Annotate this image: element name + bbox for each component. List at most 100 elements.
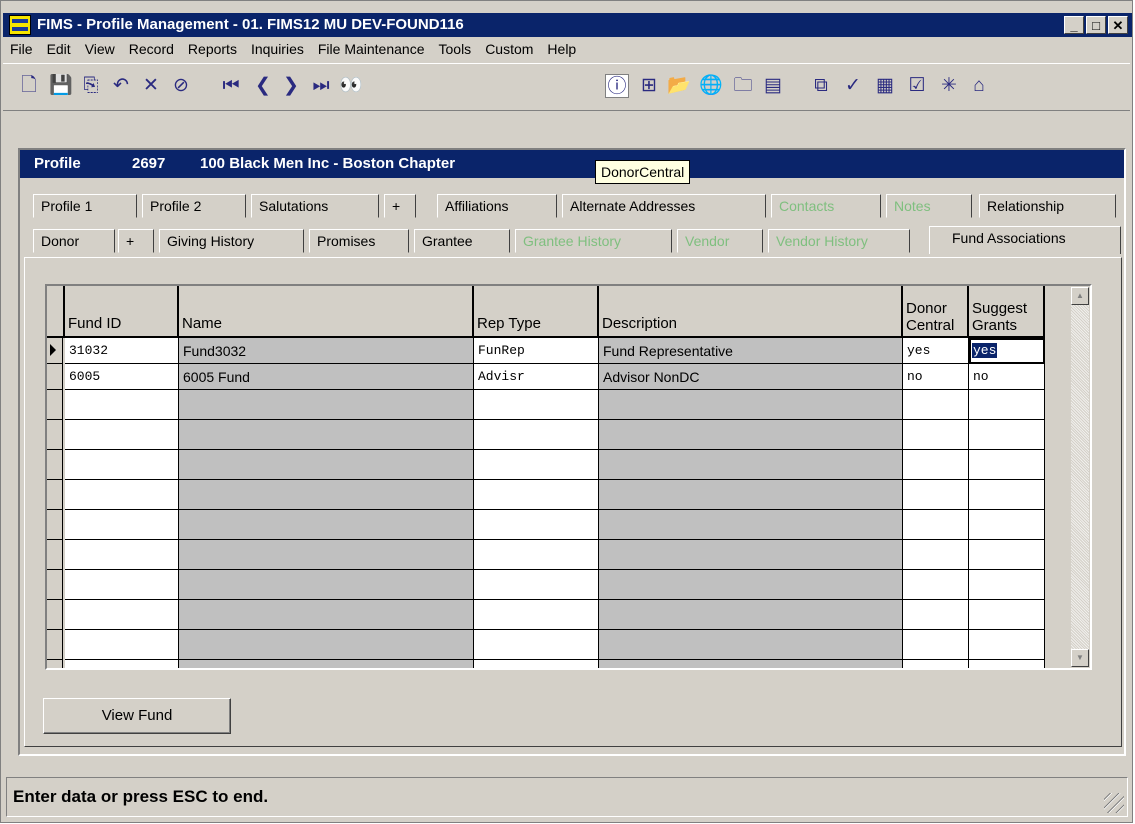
menu-custom[interactable]: Custom (478, 39, 540, 61)
menu-tools[interactable]: Tools (432, 39, 479, 61)
empty-table-cell[interactable] (969, 630, 1045, 660)
menu-record[interactable]: Record (122, 39, 181, 61)
empty-table-cell[interactable] (903, 540, 969, 570)
tab-notes[interactable]: Notes (886, 194, 972, 218)
empty-table-cell[interactable] (474, 630, 599, 660)
empty-table-cell[interactable] (969, 570, 1045, 600)
empty-table-cell[interactable] (65, 540, 179, 570)
empty-table-cell[interactable] (599, 420, 903, 450)
empty-table-cell[interactable] (179, 420, 474, 450)
menu-help[interactable]: Help (540, 39, 583, 61)
empty-table-cell[interactable] (179, 540, 474, 570)
row-selector[interactable] (47, 570, 63, 600)
column-header-name[interactable]: Name (179, 286, 474, 338)
tab-salutations[interactable]: Salutations (251, 194, 379, 218)
empty-table-cell[interactable] (599, 390, 903, 420)
copy-icon[interactable]: ⎘ (79, 74, 103, 98)
empty-table-cell[interactable] (65, 510, 179, 540)
spellcheck-icon[interactable]: ✓ (841, 74, 865, 98)
empty-table-cell[interactable] (599, 450, 903, 480)
empty-table-cell[interactable] (969, 450, 1045, 480)
network-icon[interactable]: ✳ (937, 74, 961, 98)
row-selector[interactable] (47, 600, 63, 630)
tab-promises[interactable]: Promises (309, 229, 409, 253)
menu-inquiries[interactable]: Inquiries (244, 39, 311, 61)
empty-table-cell[interactable] (903, 420, 969, 450)
next-record-icon[interactable]: ❯ (279, 74, 303, 98)
empty-table-cell[interactable] (65, 600, 179, 630)
empty-table-cell[interactable] (969, 390, 1045, 420)
tab-profile-2[interactable]: Profile 2 (142, 194, 246, 218)
scroll-down-icon[interactable]: ▼ (1071, 649, 1089, 667)
row-selector[interactable] (47, 420, 63, 450)
tab-fund-associations[interactable]: Fund Associations (929, 226, 1121, 254)
empty-table-cell[interactable] (903, 480, 969, 510)
empty-table-cell[interactable] (599, 660, 903, 668)
table-cell-donor-central[interactable]: yes (903, 338, 969, 364)
row-selector[interactable] (47, 540, 63, 570)
column-header-fund-id[interactable]: Fund ID (65, 286, 179, 338)
folder-search-icon[interactable]: 🗀 (731, 74, 755, 98)
empty-table-cell[interactable] (903, 510, 969, 540)
checklist-icon[interactable]: ☑ (905, 74, 929, 98)
tab-vendor[interactable]: Vendor (677, 229, 763, 253)
empty-table-cell[interactable] (969, 660, 1045, 668)
empty-table-cell[interactable] (903, 570, 969, 600)
cancel-icon[interactable]: ⊘ (169, 74, 193, 98)
empty-table-cell[interactable] (599, 510, 903, 540)
row-selector-current[interactable] (47, 338, 63, 364)
empty-table-cell[interactable] (599, 630, 903, 660)
empty-table-cell[interactable] (179, 390, 474, 420)
empty-table-cell[interactable] (969, 600, 1045, 630)
tab-vendor-history[interactable]: Vendor History (768, 229, 910, 253)
empty-table-cell[interactable] (179, 450, 474, 480)
card-icon[interactable]: ▤ (761, 74, 785, 98)
tab-plus-1[interactable]: + (384, 194, 416, 218)
table-cell-rep-type[interactable]: FunRep (474, 338, 599, 364)
home-icon[interactable]: ⌂ (967, 74, 991, 98)
empty-table-cell[interactable] (599, 480, 903, 510)
tab-profile-1[interactable]: Profile 1 (33, 194, 137, 218)
column-header-description[interactable]: Description (599, 286, 903, 338)
resize-grip-icon[interactable] (1104, 793, 1124, 813)
empty-table-cell[interactable] (474, 600, 599, 630)
empty-table-cell[interactable] (474, 480, 599, 510)
row-selector[interactable] (47, 480, 63, 510)
empty-table-cell[interactable] (474, 390, 599, 420)
first-record-icon[interactable]: ⏮ (219, 74, 243, 98)
suggest-grants-edit-field[interactable]: yes (969, 338, 1045, 364)
empty-table-cell[interactable] (65, 420, 179, 450)
empty-table-cell[interactable] (474, 510, 599, 540)
empty-table-cell[interactable] (903, 450, 969, 480)
new-icon[interactable]: 🗋 (17, 74, 41, 98)
menu-reports[interactable]: Reports (181, 39, 244, 61)
menu-edit[interactable]: Edit (40, 39, 78, 61)
empty-table-cell[interactable] (179, 600, 474, 630)
column-header-suggest-grants[interactable]: Suggest Grants (969, 286, 1045, 338)
row-selector[interactable] (47, 390, 63, 420)
table-cell-name[interactable]: 6005 Fund (179, 364, 474, 390)
empty-table-cell[interactable] (474, 660, 599, 668)
tab-grantee[interactable]: Grantee (414, 229, 510, 253)
org-chart-icon[interactable]: ⊞ (637, 74, 661, 98)
empty-table-cell[interactable] (179, 510, 474, 540)
empty-table-cell[interactable] (969, 420, 1045, 450)
empty-table-cell[interactable] (65, 450, 179, 480)
empty-table-cell[interactable] (903, 630, 969, 660)
open-folder-icon[interactable]: 📂 (667, 74, 691, 98)
column-header-rep-type[interactable]: Rep Type (474, 286, 599, 338)
view-fund-button[interactable]: View Fund (43, 698, 231, 734)
maximize-button[interactable]: □ (1086, 16, 1106, 34)
last-record-icon[interactable]: ⏭ (309, 74, 333, 98)
empty-table-cell[interactable] (903, 660, 969, 668)
empty-table-cell[interactable] (179, 660, 474, 668)
undo-icon[interactable]: ↶ (109, 74, 133, 98)
empty-table-cell[interactable] (969, 480, 1045, 510)
table-cell-suggest-grants[interactable]: no (969, 364, 1045, 390)
table-cell-fund-id[interactable]: 31032 (65, 338, 179, 364)
vertical-scrollbar[interactable]: ▲ ▼ (1071, 287, 1089, 667)
empty-table-cell[interactable] (179, 480, 474, 510)
row-selector[interactable] (47, 630, 63, 660)
row-selector[interactable] (47, 364, 63, 390)
table-cell-description[interactable]: Fund Representative (599, 338, 903, 364)
